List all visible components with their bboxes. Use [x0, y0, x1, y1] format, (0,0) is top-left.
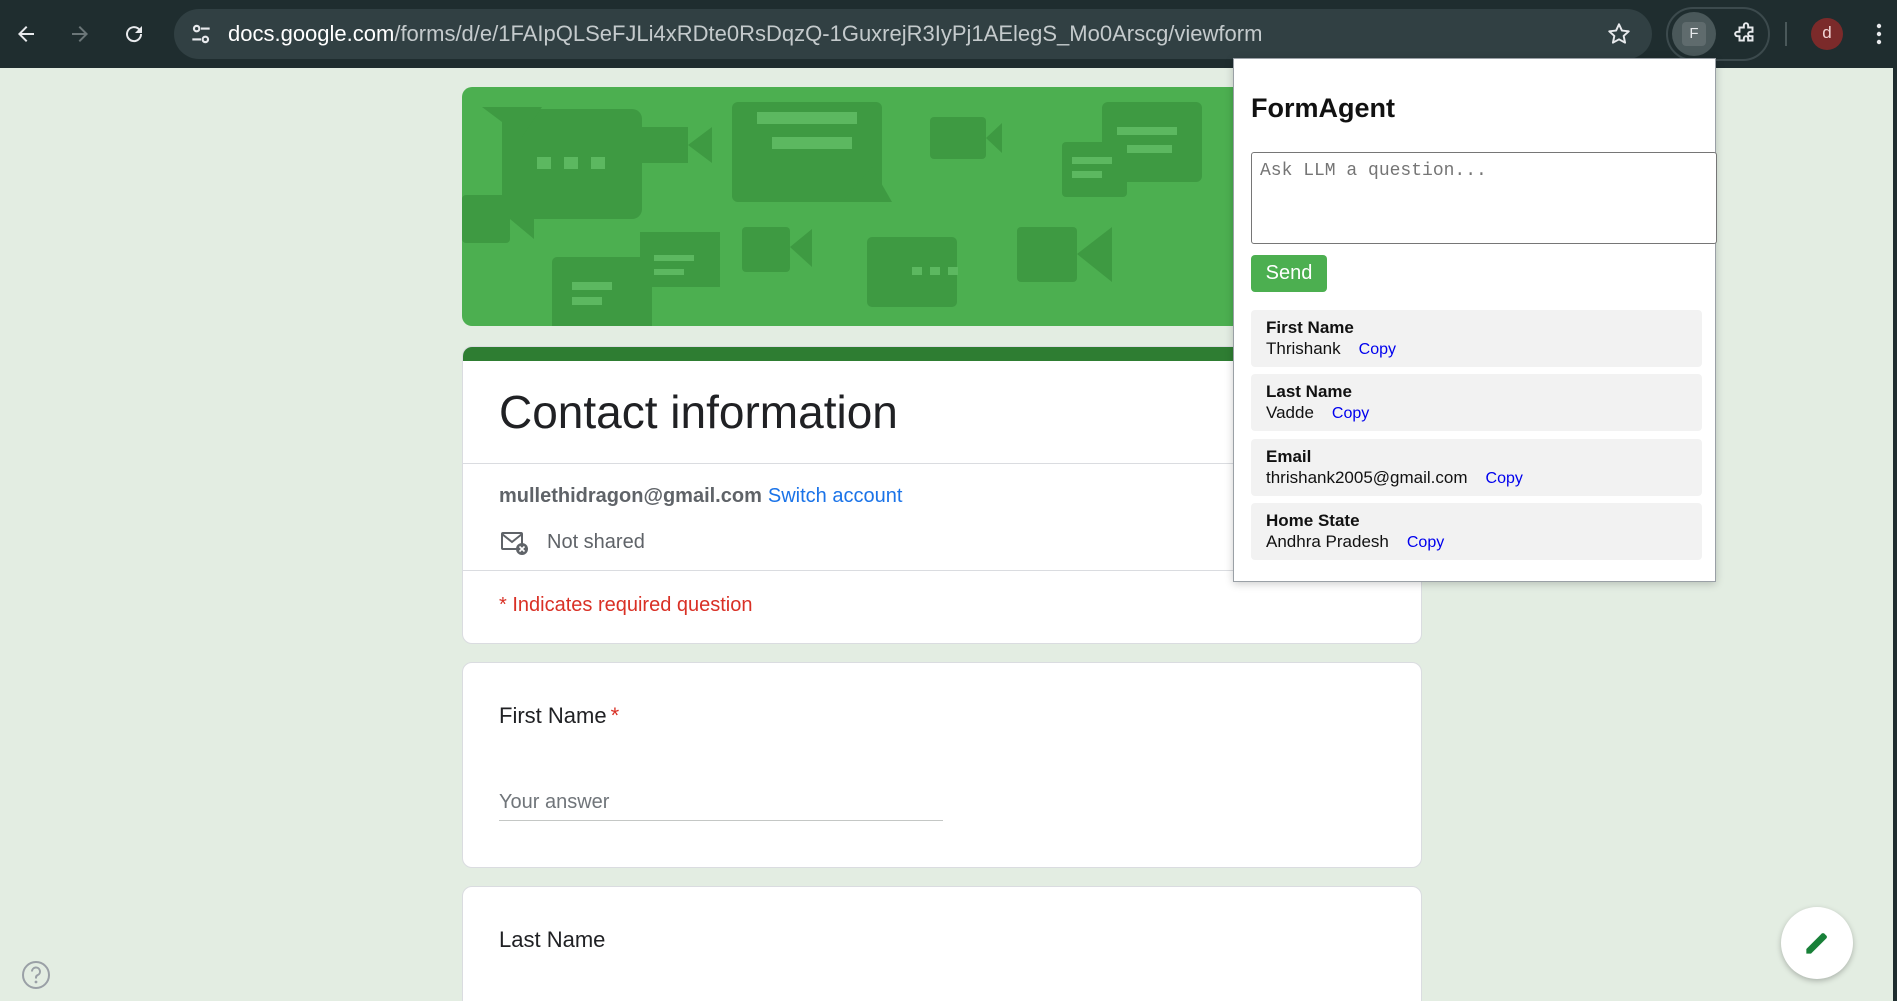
address-bar[interactable]: docs.google.com/forms/d/e/1FAIpQLSeFJLi4…	[174, 9, 1652, 59]
question-card-last-name: Last Name	[462, 886, 1422, 1001]
switch-account-link[interactable]: Switch account	[768, 485, 903, 507]
item-label: Email	[1266, 447, 1312, 466]
url-path: /forms/d/e/1FAIpQLSeFJLi4xRDte0RsDqzQ-1G…	[394, 21, 1263, 46]
url-text: docs.google.com/forms/d/e/1FAIpQLSeFJLi4…	[228, 21, 1262, 47]
edit-pencil-button[interactable]	[1781, 907, 1853, 979]
item-value: Thrishank	[1266, 339, 1341, 358]
item-value-row: Andhra Pradesh Copy	[1266, 532, 1444, 552]
copy-link[interactable]: Copy	[1486, 470, 1523, 487]
copy-link[interactable]: Copy	[1359, 341, 1396, 358]
site-settings-icon[interactable]	[188, 21, 214, 47]
copy-link[interactable]: Copy	[1407, 534, 1444, 551]
required-note: * Indicates required question	[499, 594, 753, 616]
ask-llm-input[interactable]	[1251, 152, 1717, 244]
extensions-puzzle-icon[interactable]	[1724, 12, 1768, 56]
copy-link[interactable]: Copy	[1332, 405, 1369, 422]
formagent-popup: FormAgent Send First Name ThrishankCopy …	[1233, 58, 1717, 582]
item-label: Home State	[1266, 511, 1360, 530]
question-card-first-name: First Name *	[462, 662, 1422, 868]
item-value-row: Thrishank Copy	[1266, 339, 1396, 359]
back-arrow-icon[interactable]	[4, 12, 48, 56]
profile-avatar[interactable]: d	[1811, 18, 1843, 50]
item-label: Last Name	[1266, 382, 1352, 401]
saved-item: Last Name Vadde Copy	[1251, 374, 1702, 431]
scrollbar[interactable]	[1893, 68, 1897, 1001]
question-label-text: First Name	[499, 703, 607, 728]
reload-icon[interactable]	[112, 12, 156, 56]
item-value-row: Vadde Copy	[1266, 403, 1369, 423]
item-value: Andhra Pradesh	[1266, 532, 1389, 551]
first-name-answer-input[interactable]	[499, 785, 943, 821]
item-value: thrishank2005@gmail.com	[1266, 468, 1468, 487]
saved-item: First Name Thrishank Copy	[1251, 310, 1702, 367]
toolbar-separator	[1785, 22, 1787, 46]
url-host: docs.google.com	[228, 21, 395, 46]
menu-dots-icon[interactable]	[1864, 16, 1894, 52]
not-shared-row: Not shared	[499, 527, 645, 557]
item-value-row: thrishank2005@gmail.com Copy	[1266, 468, 1523, 488]
item-label: First Name	[1266, 318, 1354, 337]
item-value: Vadde	[1266, 403, 1314, 422]
question-label: Last Name	[499, 927, 606, 952]
form-title: Contact information	[499, 386, 898, 438]
pencil-icon	[1806, 933, 1827, 954]
account-email: mullethidragon@gmail.com	[499, 485, 762, 507]
saved-item: Email thrishank2005@gmail.com Copy	[1251, 439, 1702, 496]
formagent-extension-button[interactable]: F	[1672, 12, 1716, 56]
email-not-shared-icon	[501, 532, 528, 555]
account-line: mullethidragon@gmail.com Switch account	[499, 485, 902, 508]
extension-letter: F	[1682, 22, 1706, 46]
bookmark-star-icon[interactable]	[1606, 21, 1632, 47]
not-shared-text: Not shared	[547, 530, 645, 553]
send-button[interactable]: Send	[1251, 255, 1327, 292]
help-icon[interactable]	[20, 959, 52, 991]
question-label: First Name *	[499, 703, 619, 729]
popup-title: FormAgent	[1251, 93, 1395, 123]
forward-arrow-icon[interactable]	[58, 12, 102, 56]
saved-item: Home State Andhra Pradesh Copy	[1251, 503, 1702, 560]
required-asterisk: *	[610, 703, 620, 728]
